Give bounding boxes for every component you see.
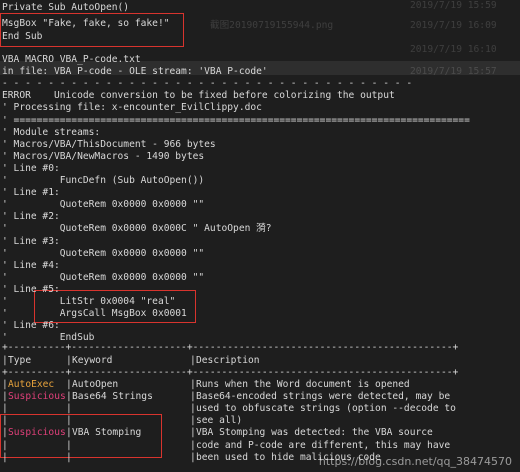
terminal-output: 截图20190719155944.png 2019/7/19 15:59 201… xyxy=(0,0,520,472)
output-line: ' Line #4: xyxy=(2,259,60,271)
output-line: ' QuoteRem 0x0000 0x000C " AutoOpen 漪? xyxy=(2,223,272,235)
table-cell-type: Suspicious xyxy=(8,427,66,439)
output-line: ' QuoteRem 0x0000 0x0000 "" xyxy=(2,247,205,259)
table-border-top: +----------+--------------------+-------… xyxy=(2,342,459,353)
table-cell-description: see all) xyxy=(196,415,243,427)
table-cell-description: Runs when the Word document is opened xyxy=(196,379,410,390)
output-line: ' Line #1: xyxy=(2,187,60,199)
table-cell-keyword: AutoOpen xyxy=(72,379,119,390)
table-pipe: | xyxy=(66,355,72,366)
output-line: ' QuoteRem 0x0000 0x0000 "" xyxy=(2,271,205,283)
background-file-name: 截图20190719155944.png xyxy=(210,20,334,31)
table-cell-keyword: VBA Stomping xyxy=(72,427,142,439)
table-header-keyword: Keyword xyxy=(72,355,113,366)
table-header-type: Type xyxy=(8,355,32,366)
table-cell-keyword: Base64 Strings xyxy=(72,391,153,403)
output-line: ' ======================================… xyxy=(2,114,470,126)
table-pipe: | xyxy=(2,439,8,451)
background-file-date: 2019/7/19 15:59 xyxy=(410,0,497,11)
table-pipe: | xyxy=(66,427,72,439)
table-pipe: | xyxy=(190,355,196,366)
table-pipe: | xyxy=(66,379,72,390)
table-pipe: | xyxy=(190,427,196,439)
output-line: ' Macros/VBA/ThisDocument - 966 bytes xyxy=(2,138,216,150)
output-line: ' QuoteRem 0x0000 0x0000 "" xyxy=(2,199,205,211)
output-line: in file: VBA P-code - OLE stream: 'VBA P… xyxy=(2,66,268,78)
table-pipe: | xyxy=(2,403,8,415)
table-cell-type: AutoExec xyxy=(8,379,55,390)
table-pipe: | xyxy=(190,451,196,463)
table-pipe: | xyxy=(66,415,72,427)
watermark: https://blog.csdn.net/qq_38474570 xyxy=(318,454,512,468)
output-line: ' FuncDefn (Sub AutoOpen()) xyxy=(2,175,205,186)
output-line: ' ArgsCall MsgBox 0x0001 xyxy=(2,308,187,320)
table-pipe: | xyxy=(66,403,72,415)
output-line: ' Line #2: xyxy=(2,211,60,223)
table-header-description: Description xyxy=(196,355,260,366)
table-cell-description: used to obfuscate strings (option --deco… xyxy=(196,403,456,415)
output-line: ERROR Unicode conversion to be fixed bef… xyxy=(2,90,395,102)
background-file-date: 2019/7/19 15:57 xyxy=(410,66,497,77)
table-pipe: | xyxy=(2,379,8,390)
background-file-date: 2019/7/19 16:09 xyxy=(410,20,497,31)
msgbox-highlight-box xyxy=(0,13,184,47)
table-pipe: | xyxy=(190,379,196,390)
output-line: ' Line #5: xyxy=(2,283,60,295)
background-file-date: 2019/7/19 16:10 xyxy=(410,44,497,55)
table-cell-description: code and P-code are different, this may … xyxy=(196,439,451,451)
table-border-mid: +----------+--------------------+-------… xyxy=(2,367,459,378)
table-pipe: | xyxy=(2,427,8,439)
output-line: ' Line #0: xyxy=(2,162,60,174)
table-pipe: | xyxy=(190,391,196,403)
table-pipe: | xyxy=(190,403,196,415)
table-cell-description: Base64-encoded strings were detected, ma… xyxy=(196,391,451,403)
table-cell-type: Suspicious xyxy=(8,391,66,403)
table-pipe: | xyxy=(66,439,72,451)
output-line: ' Line #3: xyxy=(2,235,60,247)
table-pipe: | xyxy=(190,415,196,427)
output-line: - - - - - - - - - - - - - - - - - - - - … xyxy=(2,78,413,90)
table-cell-description: VBA Stomping was detected: the VBA sourc… xyxy=(196,427,433,439)
table-pipe: | xyxy=(66,391,72,403)
table-pipe: | xyxy=(66,451,72,463)
output-line: ' Macros/VBA/NewMacros - 1490 bytes xyxy=(2,150,205,162)
output-line: ' Processing file: x-encounter_EvilClipp… xyxy=(2,102,262,114)
output-line: ' LitStr 0x0004 "real" xyxy=(2,296,176,307)
output-line: ' Line #6: xyxy=(2,320,60,332)
output-line: VBA MACRO VBA_P-code.txt xyxy=(2,54,141,65)
table-pipe: | xyxy=(2,391,8,403)
table-pipe: | xyxy=(2,451,8,463)
table-pipe: | xyxy=(2,415,8,427)
table-pipe: | xyxy=(190,439,196,451)
output-line: ' Module streams: xyxy=(2,126,101,138)
table-pipe: | xyxy=(2,355,8,366)
